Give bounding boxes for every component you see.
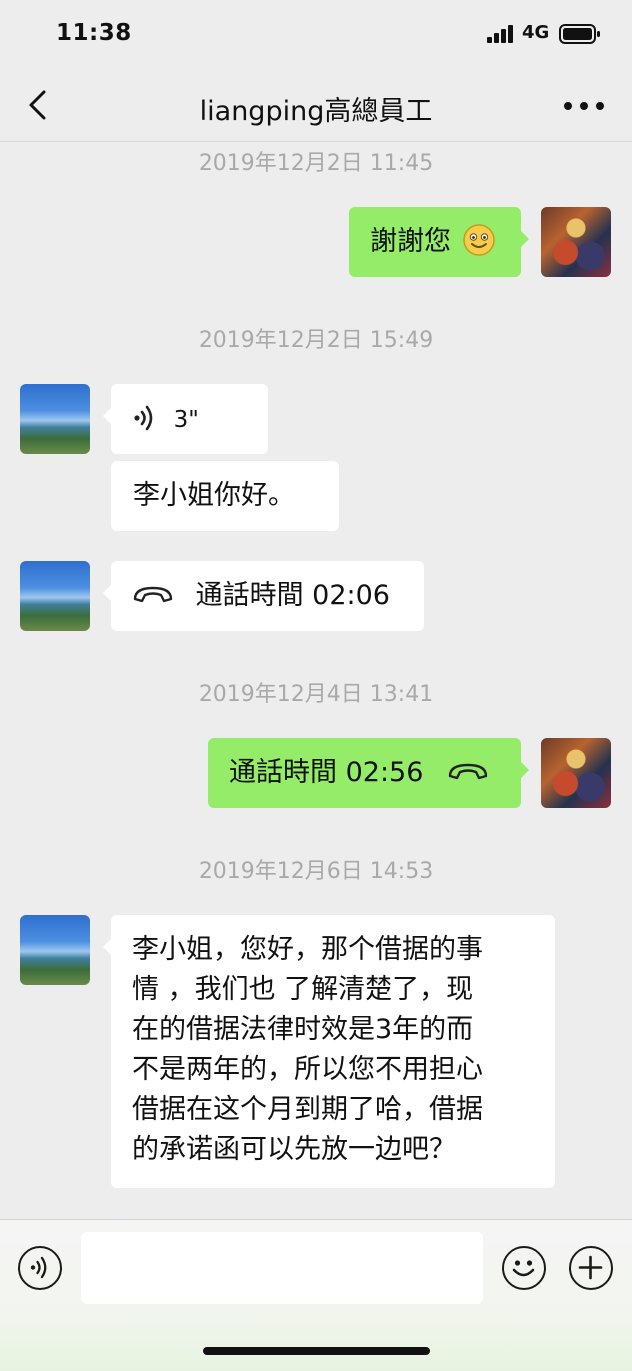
timestamp: 2019年12月6日 14:53 [198, 859, 434, 884]
timestamp: 2019年12月2日 11:45 [198, 151, 434, 176]
message-line: 不是两年的，所以您不用担心 [132, 1054, 483, 1085]
message-line: 借据在这个月到期了哈，借据 [132, 1094, 483, 1125]
voice-input-icon [30, 1256, 47, 1279]
voice-duration: 3" [173, 407, 199, 433]
message-line: 的承诺函可以先放一边吧？ [132, 1134, 456, 1165]
contact-avatar[interactable] [20, 915, 90, 985]
phone-handset-icon [448, 763, 488, 779]
status-time: 11:38 [56, 20, 132, 46]
signal-strength-icon [487, 25, 513, 43]
timestamp: 2019年12月2日 15:49 [198, 328, 434, 353]
contact-avatar[interactable] [20, 561, 90, 631]
emoji-smile-icon [462, 223, 495, 256]
message-text: 李小姐你好。 [133, 480, 295, 511]
voice-message[interactable]: 3" [103, 384, 268, 454]
call-duration-text: 通話時間 02:56 [229, 757, 424, 788]
voice-input-button[interactable] [18, 1246, 62, 1290]
chat-header: liangping高總員工 [0, 70, 632, 142]
incoming-long-message[interactable]: 李小姐，您好，那个借据的事 情 ，我们也 了解清楚了，现 在的借据法律时效是3年… [103, 915, 555, 1188]
more-actions-button[interactable] [569, 1246, 613, 1290]
message-line: 李小姐，您好，那个借据的事 [132, 934, 483, 965]
call-duration-text: 通話時間 02:06 [195, 580, 390, 611]
my-avatar[interactable] [541, 207, 611, 277]
my-avatar[interactable] [541, 738, 611, 808]
message-input[interactable] [81, 1232, 483, 1304]
voice-wave-icon [134, 405, 153, 430]
phone-handset-icon [133, 586, 173, 602]
emoji-button[interactable] [502, 1246, 546, 1290]
chat-title: liangping高總員工 [199, 96, 433, 127]
message-line: 情 ，我们也 了解清楚了，现 [132, 974, 474, 1005]
battery-icon [559, 24, 600, 44]
network-type: 4G [522, 22, 550, 43]
outgoing-message[interactable]: 謝謝您 [349, 207, 529, 277]
home-indicator[interactable] [203, 1347, 430, 1355]
plus-icon [578, 1255, 603, 1280]
more-dots-icon[interactable] [562, 100, 606, 112]
contact-avatar[interactable] [20, 384, 90, 454]
call-record-message[interactable]: 通話時間 02:56 [208, 738, 529, 808]
message-line: 在的借据法律时效是3年的而 [132, 1014, 474, 1045]
timestamp: 2019年12月4日 13:41 [198, 682, 434, 707]
emoji-smile-icon [512, 1260, 535, 1277]
status-bar: 11:38 4G [0, 0, 632, 70]
message-text: 謝謝您 [370, 226, 451, 257]
incoming-message[interactable]: 李小姐你好。 [111, 461, 339, 531]
call-record-message[interactable]: 通話時間 02:06 [103, 561, 424, 631]
